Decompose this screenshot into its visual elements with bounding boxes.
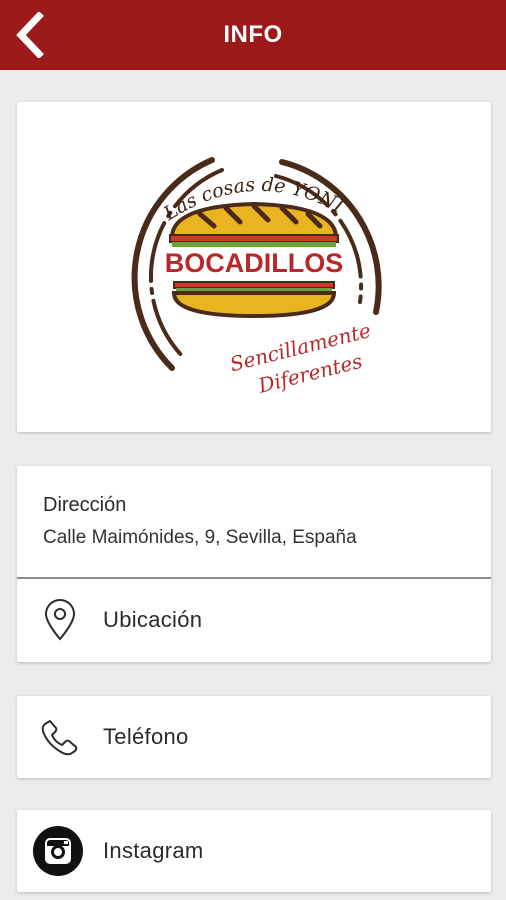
instagram-label: Instagram — [103, 838, 204, 863]
page-title: INFO — [223, 21, 283, 48]
restaurant-logo: BOCADILLOS Las cosas de YONI Sencillamen… — [131, 157, 382, 398]
phone-label: Teléfono — [103, 724, 189, 749]
map-pin-icon — [39, 599, 81, 641]
logo-title: BOCADILLOS — [165, 248, 344, 278]
app-bar: INFO — [0, 0, 506, 70]
address-value: Calle Maimónides, 9, Sevilla, España — [43, 527, 357, 548]
chevron-left-icon — [16, 12, 44, 58]
address-card: Dirección Calle Maimónides, 9, Sevilla, … — [17, 466, 491, 662]
address-block: Dirección Calle Maimónides, 9, Sevilla, … — [17, 466, 491, 579]
location-label: Ubicación — [103, 607, 203, 632]
phone-card[interactable]: Teléfono — [17, 696, 491, 778]
address-label: Dirección — [43, 494, 127, 516]
logo-card: BOCADILLOS Las cosas de YONI Sencillamen… — [17, 102, 491, 432]
instagram-icon — [33, 826, 83, 876]
phone-icon — [39, 716, 81, 758]
instagram-card[interactable]: Instagram — [17, 810, 491, 892]
instagram-row[interactable]: Instagram — [17, 810, 491, 892]
back-button[interactable] — [8, 10, 52, 60]
phone-row[interactable]: Teléfono — [17, 696, 491, 778]
location-row[interactable]: Ubicación — [17, 579, 491, 661]
